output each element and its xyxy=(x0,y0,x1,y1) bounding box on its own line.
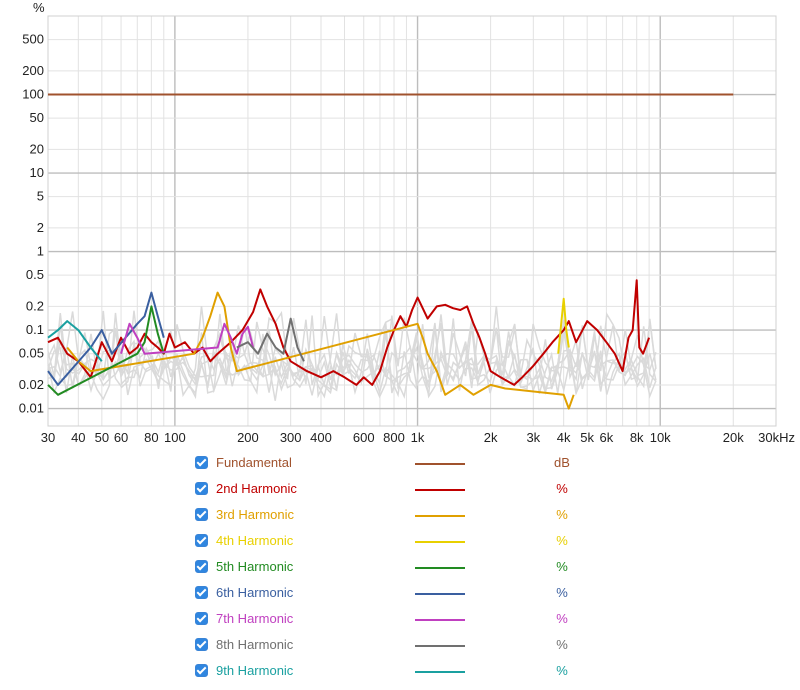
legend-line-swatch xyxy=(415,619,465,621)
y-tick-label: 500 xyxy=(22,32,44,47)
legend-line-swatch xyxy=(415,463,465,465)
y-tick-label: 5 xyxy=(37,189,44,204)
legend-checkbox[interactable] xyxy=(195,612,208,625)
x-tick-label: 60 xyxy=(114,430,128,445)
y-tick-label: 0.5 xyxy=(26,267,44,282)
x-tick-label: 2k xyxy=(484,430,498,445)
legend-item[interactable]: 2nd Harmonic% xyxy=(195,478,615,504)
x-tick-label: 40 xyxy=(71,430,85,445)
legend-line-swatch xyxy=(415,671,465,673)
x-tick-label: 3k xyxy=(526,430,540,445)
x-tick-label: 50 xyxy=(95,430,109,445)
legend-item[interactable]: 7th Harmonic% xyxy=(195,608,615,634)
x-tick-label: 10k xyxy=(650,430,671,445)
x-tick-label: 800 xyxy=(383,430,405,445)
legend-unit: % xyxy=(556,533,568,548)
legend-unit: % xyxy=(556,507,568,522)
legend-unit: % xyxy=(556,559,568,574)
legend-unit: % xyxy=(556,611,568,626)
x-tick-label: 80 xyxy=(144,430,158,445)
x-tick-label: 1k xyxy=(411,430,425,445)
legend-label: 2nd Harmonic xyxy=(216,481,297,496)
legend-label: 6th Harmonic xyxy=(216,585,294,600)
y-tick-label: 1 xyxy=(37,244,44,259)
x-tick-label: 20k xyxy=(723,430,744,445)
x-tick-label: 4k xyxy=(557,430,571,445)
y-tick-label: 0.2 xyxy=(26,298,44,313)
y-tick-label: 50 xyxy=(30,110,44,125)
legend-checkbox[interactable] xyxy=(195,456,208,469)
legend-item[interactable]: 3rd Harmonic% xyxy=(195,504,615,530)
y-axis-unit-label: % xyxy=(33,0,45,15)
x-tick-label: 8k xyxy=(630,430,644,445)
y-tick-label: 0.01 xyxy=(19,401,44,416)
legend-label: Fundamental xyxy=(216,455,292,470)
legend-checkbox[interactable] xyxy=(195,638,208,651)
legend-line-swatch xyxy=(415,541,465,543)
legend-item[interactable]: 9th Harmonic% xyxy=(195,660,615,686)
y-tick-label: 20 xyxy=(30,141,44,156)
legend-label: 3rd Harmonic xyxy=(216,507,295,522)
legend-unit: % xyxy=(556,585,568,600)
x-tick-label: 30kHz xyxy=(758,430,795,445)
x-tick-label: 5k xyxy=(580,430,594,445)
harmonic-distortion-chart: 500 200 100 50 20 10 5 2 1 0.5 0.2 0.1 0.05 0.02 0.01%… xyxy=(19,0,795,445)
legend-line-swatch xyxy=(415,515,465,517)
x-tick-label: 200 xyxy=(237,430,259,445)
chart-legend: Fundamental dB 2nd Harmonic% 3rd Harmonic% 4… xyxy=(0,452,800,688)
y-tick-label: 0.02 xyxy=(19,377,44,392)
x-tick-label: 30 xyxy=(41,430,55,445)
legend-item[interactable]: 8th Harmonic% xyxy=(195,634,615,660)
legend-item[interactable]: 4th Harmonic% xyxy=(195,530,615,556)
legend-checkbox[interactable] xyxy=(195,508,208,521)
legend-line-swatch xyxy=(415,567,465,569)
legend-line-swatch xyxy=(415,489,465,491)
x-tick-label: 600 xyxy=(353,430,375,445)
y-tick-label: 200 xyxy=(22,63,44,78)
legend-item[interactable]: 5th Harmonic% xyxy=(195,556,615,582)
legend-checkbox[interactable] xyxy=(195,482,208,495)
legend-checkbox[interactable] xyxy=(195,586,208,599)
legend-checkbox[interactable] xyxy=(195,534,208,547)
legend-label: 9th Harmonic xyxy=(216,663,294,678)
y-tick-label: 100 xyxy=(22,87,44,102)
legend-unit: % xyxy=(556,637,568,652)
legend-checkbox[interactable] xyxy=(195,560,208,573)
y-tick-label: 10 xyxy=(30,165,44,180)
y-tick-label: 0.05 xyxy=(19,346,44,361)
legend-label: 8th Harmonic xyxy=(216,637,294,652)
legend-line-swatch xyxy=(415,645,465,647)
legend-checkbox[interactable] xyxy=(195,664,208,677)
legend-line-swatch xyxy=(415,593,465,595)
legend-label: 4th Harmonic xyxy=(216,533,294,548)
legend-item[interactable]: Fundamental dB xyxy=(195,452,615,478)
legend-unit: % xyxy=(556,663,568,678)
x-tick-label: 300 xyxy=(280,430,302,445)
legend-label: 5th Harmonic xyxy=(216,559,294,574)
y-tick-label: 2 xyxy=(37,220,44,235)
x-tick-label: 400 xyxy=(310,430,332,445)
x-tick-label: 6k xyxy=(600,430,614,445)
y-tick-label: 0.1 xyxy=(26,322,44,337)
legend-label: 7th Harmonic xyxy=(216,611,294,626)
legend-unit: dB xyxy=(554,455,570,470)
legend-item[interactable]: 6th Harmonic% xyxy=(195,582,615,608)
x-tick-label: 100 xyxy=(164,430,186,445)
legend-unit: % xyxy=(556,481,568,496)
